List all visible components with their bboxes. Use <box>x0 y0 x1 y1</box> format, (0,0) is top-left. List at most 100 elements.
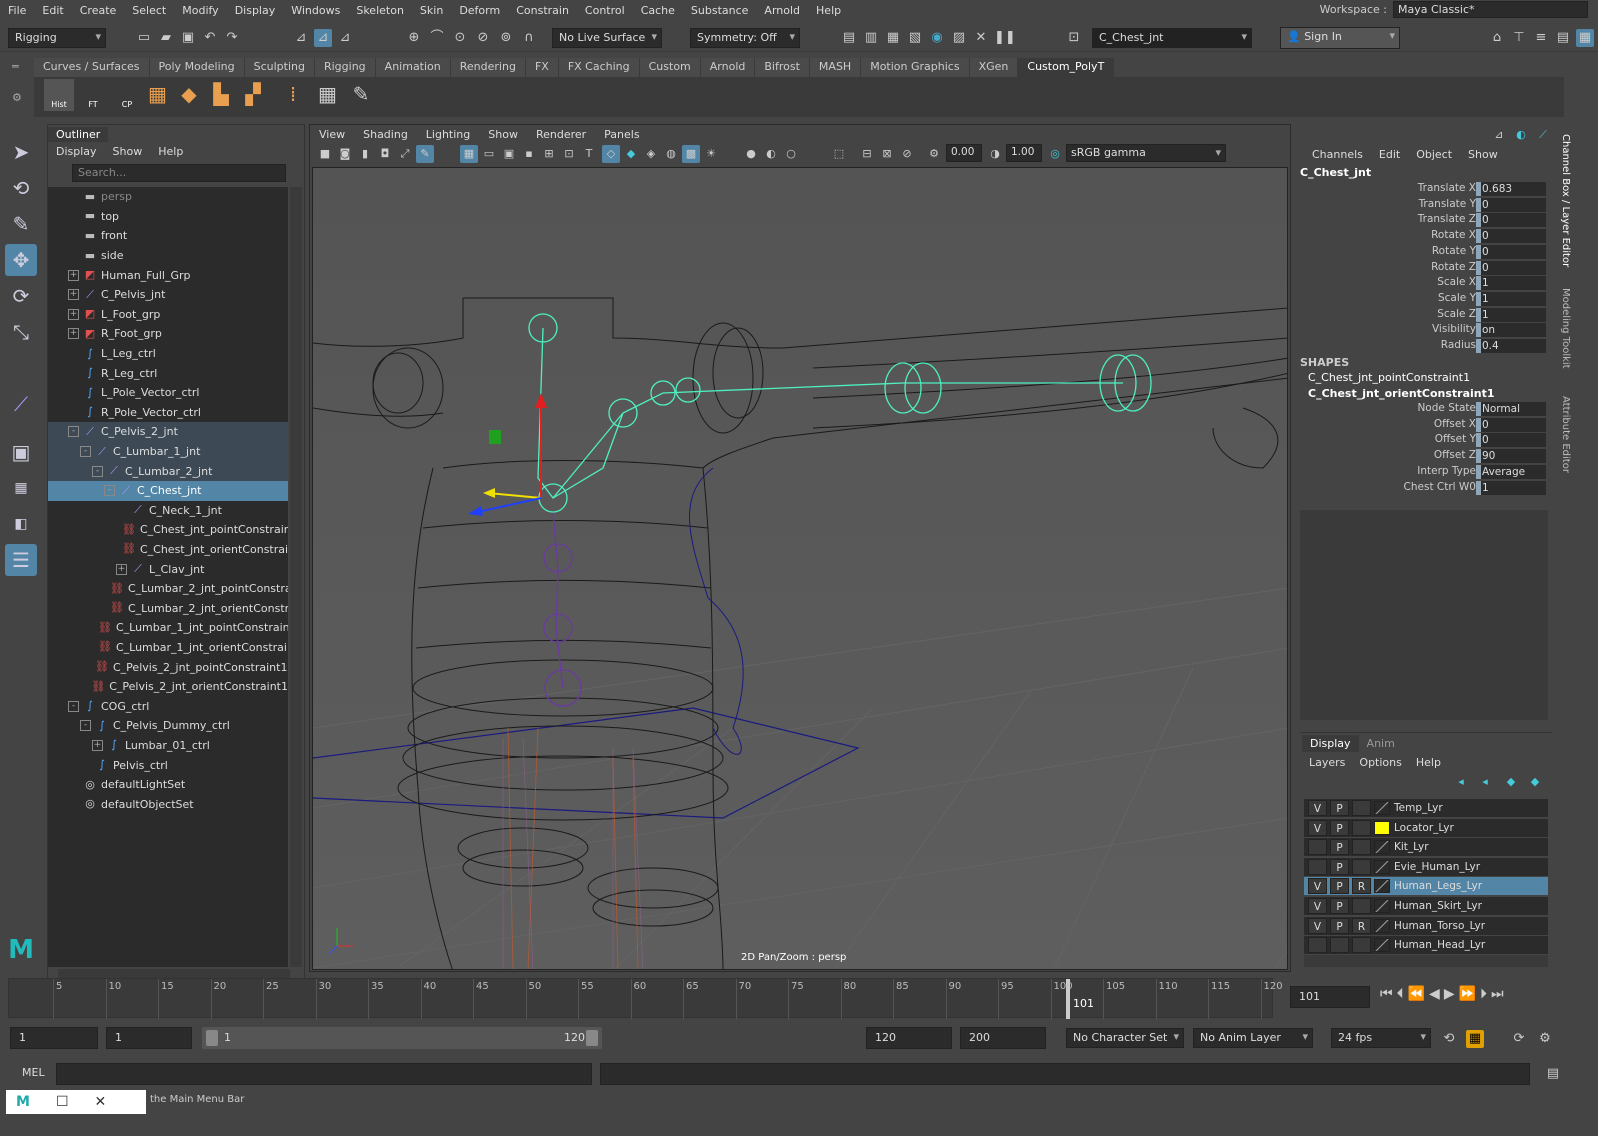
anim-prefs-icon[interactable]: ⟳ <box>1510 1030 1528 1048</box>
outliner-item[interactable]: - ⟋ C_Pelvis_2_jnt <box>48 422 288 442</box>
viewport-menu-view[interactable]: View <box>310 128 354 141</box>
ipr-render-icon[interactable]: ▦ <box>884 29 902 47</box>
snap-curve-icon[interactable]: ⌒ <box>428 29 446 47</box>
rename-field[interactable]: C_Chest_jnt <box>1092 28 1252 48</box>
workspace-dropdown[interactable]: Maya Classic* <box>1393 1 1588 18</box>
channel-value-field[interactable]: 0 <box>1476 417 1546 432</box>
outliner-scrollbar[interactable] <box>290 187 302 967</box>
outliner-item[interactable]: ◎ defaultLightSet <box>48 775 288 795</box>
outliner-menu-display[interactable]: Display <box>48 145 105 158</box>
outliner-item[interactable]: ⛓ C_Lumbar_1_jnt_pointConstraint <box>48 618 288 638</box>
layer-p-toggle[interactable] <box>1330 937 1349 954</box>
two-view-icon[interactable]: ◧ <box>5 508 37 540</box>
backface-icon[interactable]: ⊘ <box>898 145 916 163</box>
outliner-item[interactable]: - ∫ C_Pelvis_Dummy_ctrl <box>48 716 288 736</box>
go-to-end-icon[interactable]: ⏭ <box>1491 986 1504 1002</box>
channel-row[interactable]: Scale Y1 <box>1298 291 1548 308</box>
go-to-start-icon[interactable]: ⏮ <box>1380 986 1393 1002</box>
channel-value-field[interactable]: on <box>1476 323 1546 338</box>
wireframe-icon[interactable]: ◇ <box>602 145 620 163</box>
single-view-icon[interactable]: ▣ <box>5 436 37 468</box>
smooth-shade-icon[interactable]: ◆ <box>622 145 640 163</box>
outliner-item[interactable]: - ⟋ C_Lumbar_1_jnt <box>48 441 288 462</box>
layer-r-toggle[interactable] <box>1352 800 1371 816</box>
attribute-editor-icon[interactable]: ⊤ <box>1510 29 1528 47</box>
menu-constrain[interactable]: Constrain <box>508 4 577 17</box>
layer-r-toggle[interactable]: R <box>1352 917 1371 934</box>
channel-menu-edit[interactable]: Edit <box>1371 148 1408 161</box>
outliner-item[interactable]: ⛓ C_Lumbar_1_jnt_orientConstrain <box>48 638 288 658</box>
outliner-item[interactable]: ⛓ C_Pelvis_2_jnt_pointConstraint1 <box>48 657 288 677</box>
script-editor-icon[interactable]: ▤ <box>1544 1065 1562 1083</box>
tab-display-layers[interactable]: Display <box>1302 735 1359 752</box>
menu-select[interactable]: Select <box>124 4 174 17</box>
snap-point-icon[interactable]: ⊙ <box>451 29 469 47</box>
layer-r-toggle[interactable] <box>1352 839 1371 856</box>
layer-v-toggle[interactable]: V <box>1308 800 1327 816</box>
outliner-item[interactable]: ∫ Pelvis_ctrl <box>48 755 288 775</box>
workspace-selector[interactable]: Workspace : Maya Classic* <box>1320 1 1588 18</box>
channel-row[interactable]: Offset Y0 <box>1298 433 1548 449</box>
new-layer-icon[interactable]: ◆ <box>1502 773 1520 791</box>
play-forward-icon[interactable]: ▶ <box>1444 986 1455 1002</box>
layer-v-toggle[interactable]: V <box>1308 898 1327 914</box>
tool-settings-icon[interactable]: ≡ <box>1532 29 1550 47</box>
shadows-icon[interactable]: ● <box>742 145 760 163</box>
outliner-item[interactable]: + ∫ Lumbar_01_ctrl <box>48 736 288 756</box>
menu-modify[interactable]: Modify <box>174 4 226 17</box>
outliner-view-icon[interactable]: ☰ <box>5 544 37 576</box>
layer-row[interactable]: Human_Head_Lyr <box>1304 936 1548 955</box>
tab-anim-layers[interactable]: Anim <box>1359 735 1403 752</box>
play-backward-icon[interactable]: ◀ <box>1429 986 1440 1002</box>
exposure-icon[interactable]: ⚙ <box>925 145 943 163</box>
image-plane-icon[interactable]: ◘ <box>376 145 394 163</box>
outliner-search-input[interactable]: Search... <box>72 164 286 182</box>
channel-value-field[interactable]: 0 <box>1476 260 1546 275</box>
viewport-menu-lighting[interactable]: Lighting <box>417 128 479 141</box>
anim-layer-dropdown[interactable]: No Anim Layer <box>1193 1028 1313 1048</box>
restore-icon[interactable]: ☐ <box>56 1094 69 1110</box>
lasso-tool-icon[interactable]: ⟲ <box>5 172 37 204</box>
range-end-handle[interactable] <box>586 1030 598 1046</box>
layer-scrollbar[interactable] <box>1304 955 1548 967</box>
isolate-select-icon[interactable]: ⬚ <box>830 145 848 163</box>
channel-value-field[interactable]: 0 <box>1476 197 1546 212</box>
shelf-tab-poly-modeling[interactable]: Poly Modeling <box>149 58 245 77</box>
expand-toggle[interactable]: - <box>68 700 79 712</box>
pause-viewport-icon[interactable]: ❚❚ <box>994 29 1016 47</box>
outliner-item[interactable]: ▬ front <box>48 226 288 246</box>
layer-v-toggle[interactable] <box>1308 839 1327 856</box>
layer-p-toggle[interactable]: P <box>1330 800 1349 816</box>
outliner-item[interactable]: - ⟋ C_Chest_jnt <box>48 480 288 501</box>
exposure-field[interactable]: 0.00 <box>946 144 982 162</box>
select-component-icon[interactable]: ⊿ <box>336 29 354 47</box>
channel-value-field[interactable]: 0.4 <box>1476 339 1546 353</box>
channel-value-field[interactable]: 1 <box>1476 480 1546 495</box>
channel-menu-channels[interactable]: Channels <box>1304 148 1371 161</box>
layer-row[interactable]: P Kit_Lyr <box>1304 838 1548 857</box>
shelf-tab-curves-surfaces[interactable]: Curves / Surfaces <box>34 58 150 77</box>
playback-start-field[interactable]: 1 <box>106 1027 192 1049</box>
shelf-tab-rigging[interactable]: Rigging <box>314 58 376 77</box>
outliner-item[interactable]: + ◩ Human_Full_Grp <box>48 265 288 285</box>
select-hierarchy-icon[interactable]: ⊿ <box>292 29 310 47</box>
channel-value-field[interactable]: 0 <box>1476 213 1546 228</box>
fps-dropdown[interactable]: 24 fps <box>1331 1028 1431 1048</box>
open-scene-icon[interactable]: ▰ <box>157 29 175 47</box>
shelf-tab-animation[interactable]: Animation <box>375 58 451 77</box>
expand-toggle[interactable]: - <box>68 426 79 438</box>
layer-r-toggle[interactable] <box>1352 858 1371 875</box>
layer-color-swatch[interactable] <box>1374 899 1390 913</box>
shelf-tab-custom[interactable]: Custom <box>639 58 701 77</box>
outliner-item[interactable]: ⛓ C_Chest_jnt_orientConstrai <box>48 540 288 560</box>
outliner-item[interactable]: + ⟋ C_Pelvis_jnt <box>48 285 288 305</box>
move-layer-down-icon[interactable]: ◂ <box>1476 773 1494 791</box>
menu-cache[interactable]: Cache <box>633 4 683 17</box>
channel-row[interactable]: Interp Type Average <box>1298 464 1548 481</box>
layer-r-toggle[interactable] <box>1352 898 1371 914</box>
undo-icon[interactable]: ↶ <box>201 29 219 47</box>
layer-menu-options[interactable]: Options <box>1352 754 1408 771</box>
field-chart-icon[interactable]: ⊞ <box>540 145 558 163</box>
step-forward-key-icon[interactable]: ⏩ <box>1459 986 1476 1002</box>
outliner-item[interactable]: ⛓ C_Lumbar_2_jnt_pointConstra <box>48 579 288 599</box>
